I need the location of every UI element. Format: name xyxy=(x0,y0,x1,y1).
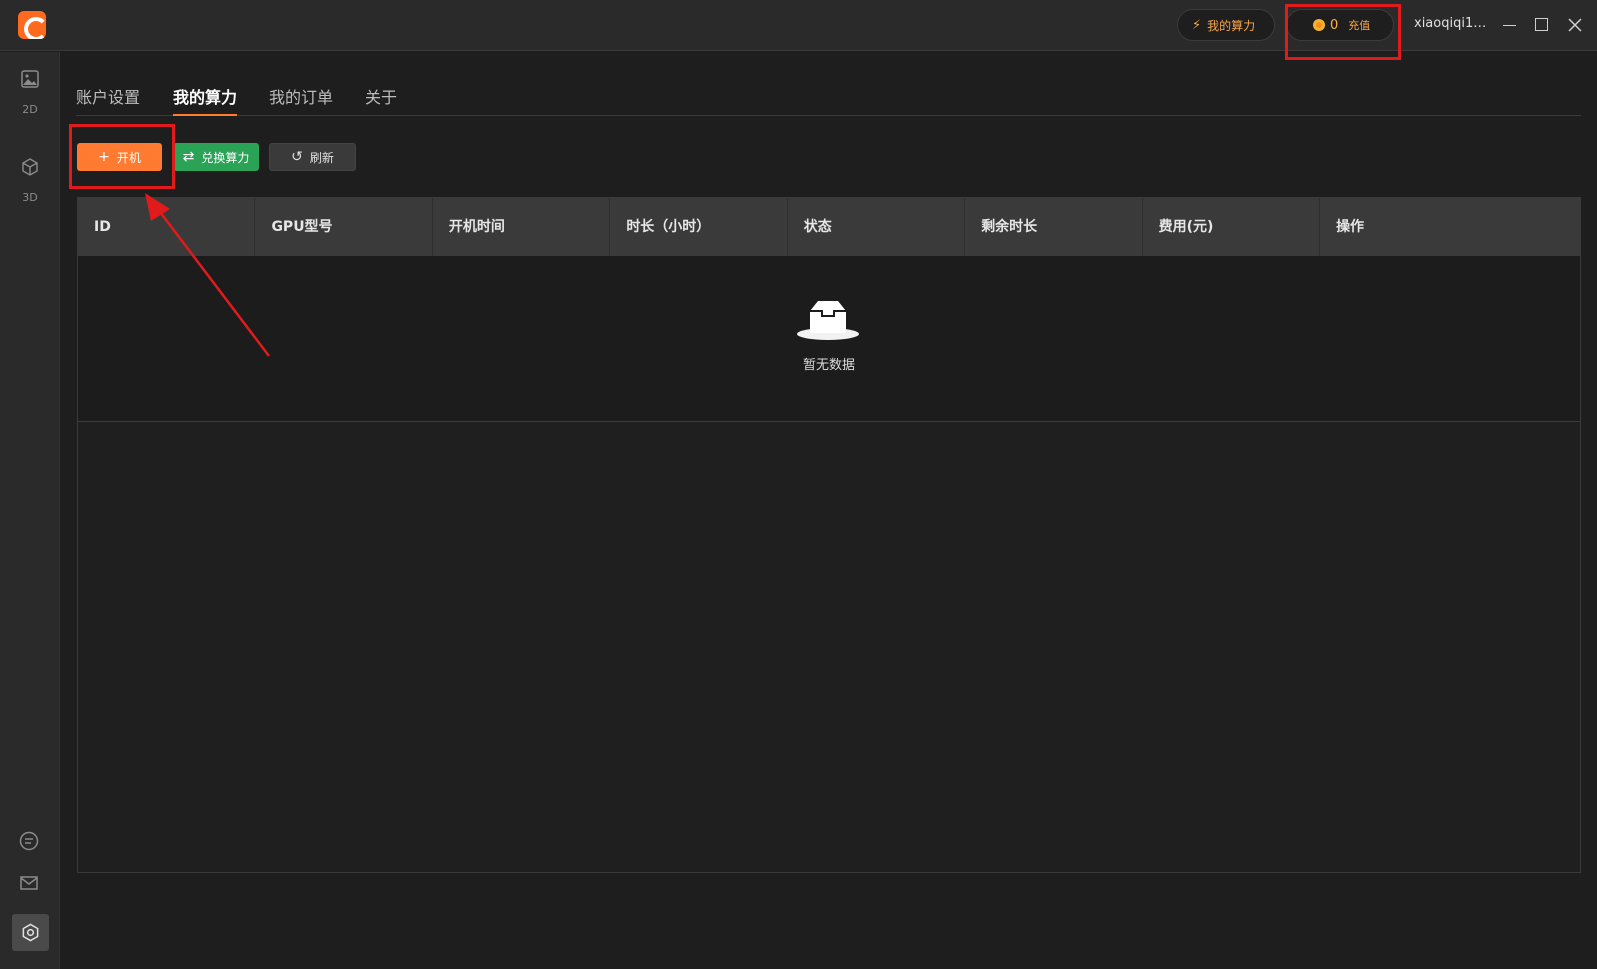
title-bar: ⚡ 我的算力 0 充值 xiaoqiqi1… xyxy=(0,0,1597,51)
sidebar-item-3d[interactable]: 3D xyxy=(0,158,60,204)
chat-icon[interactable] xyxy=(18,830,40,852)
my-power-button[interactable]: ⚡ 我的算力 xyxy=(1177,9,1275,41)
minimize-icon xyxy=(1503,25,1516,26)
column-header-remaining: 剩余时长 xyxy=(965,198,1143,256)
maximize-icon xyxy=(1535,18,1548,31)
tab-bar: 账户设置 我的算力 我的订单 关于 xyxy=(76,78,1581,116)
table-header: ID GPU型号 开机时间 时长（小时） 状态 剩余时长 费用(元) 操作 xyxy=(78,198,1580,256)
minimize-button[interactable] xyxy=(1498,14,1520,36)
app-logo xyxy=(18,11,46,39)
close-icon xyxy=(1568,18,1582,32)
boot-label: 开机 xyxy=(116,150,141,165)
annotation-arrow xyxy=(145,193,270,357)
username[interactable]: xiaoqiqi1… xyxy=(1414,16,1489,31)
sidebar-item-label: 2D xyxy=(22,103,38,116)
maximize-button[interactable] xyxy=(1530,14,1552,36)
sidebar-item-2d[interactable]: 2D xyxy=(0,70,60,116)
lightning-icon: ⚡ xyxy=(1192,17,1202,33)
column-header-status: 状态 xyxy=(788,198,966,256)
tab-my-orders[interactable]: 我的订单 xyxy=(269,84,333,108)
sidebar: 2D 3D xyxy=(0,52,60,969)
tab-my-power[interactable]: 我的算力 xyxy=(173,84,237,108)
column-header-gpu: GPU型号 xyxy=(255,198,433,256)
empty-text: 暂无数据 xyxy=(802,358,855,373)
plus-icon: + xyxy=(98,149,110,165)
settings-icon xyxy=(22,923,39,942)
column-header-actions: 操作 xyxy=(1336,219,1365,235)
my-power-label: 我的算力 xyxy=(1207,18,1256,33)
coin-balance-button[interactable]: 0 充值 xyxy=(1286,9,1394,41)
empty-inbox-icon xyxy=(797,301,859,340)
mail-icon[interactable] xyxy=(18,872,40,894)
cube-icon xyxy=(22,158,38,176)
image-icon xyxy=(21,70,39,88)
exchange-power-button[interactable]: ⇄ 兑换算力 xyxy=(173,143,259,171)
tab-account-settings[interactable]: 账户设置 xyxy=(76,84,140,108)
column-header-cost: 费用(元) xyxy=(1143,198,1321,256)
exchange-label: 兑换算力 xyxy=(201,150,250,165)
instances-table: ID GPU型号 开机时间 时长（小时） 状态 剩余时长 费用(元) 操作 暂无… xyxy=(77,197,1581,873)
column-header-duration: 时长（小时） xyxy=(610,198,788,256)
refresh-icon: ↺ xyxy=(291,149,303,165)
refresh-label: 刷新 xyxy=(309,150,334,165)
coin-icon xyxy=(1313,19,1325,31)
boot-button[interactable]: + 开机 xyxy=(77,143,162,171)
refresh-button[interactable]: ↺ 刷新 xyxy=(269,143,356,171)
table-empty-state: 暂无数据 xyxy=(78,256,1580,422)
active-tab-indicator xyxy=(173,114,237,116)
recharge-link[interactable]: 充值 xyxy=(1348,17,1370,33)
sidebar-item-label: 3D xyxy=(22,191,38,204)
swap-icon: ⇄ xyxy=(182,149,195,165)
column-header-boot-time: 开机时间 xyxy=(433,198,611,256)
settings-button[interactable] xyxy=(12,914,49,951)
coin-count: 0 xyxy=(1330,17,1339,33)
tab-about[interactable]: 关于 xyxy=(365,84,397,108)
close-button[interactable] xyxy=(1564,14,1586,36)
